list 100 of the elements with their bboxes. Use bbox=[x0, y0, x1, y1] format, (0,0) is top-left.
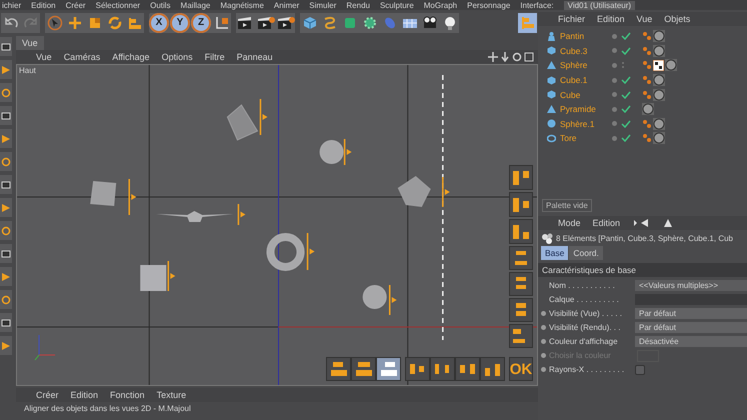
viewport[interactable]: Haut OK bbox=[16, 64, 538, 386]
object-name[interactable]: Cube.3 bbox=[560, 46, 608, 56]
align-button[interactable] bbox=[509, 165, 533, 190]
pivot-marker[interactable] bbox=[388, 285, 397, 315]
name-field[interactable]: <<Valeurs multiples>> bbox=[635, 280, 747, 291]
menu-item[interactable]: Edition bbox=[70, 390, 98, 400]
checkbox[interactable] bbox=[635, 364, 645, 374]
checkmark-icon[interactable] bbox=[621, 105, 631, 114]
menu-item[interactable]: Magnétisme bbox=[220, 0, 264, 10]
dots-tag-icon[interactable] bbox=[642, 90, 652, 100]
checkmark-icon[interactable] bbox=[621, 46, 631, 55]
checkmark-icon[interactable] bbox=[621, 32, 631, 40]
menu-item[interactable]: Sculpture bbox=[380, 0, 414, 10]
menu-item[interactable]: Outils bbox=[150, 0, 171, 10]
menu-item[interactable]: Objets bbox=[664, 14, 690, 24]
dropdown[interactable]: Désactivée bbox=[635, 336, 747, 347]
checkmark-icon[interactable] bbox=[621, 134, 631, 142]
align-button[interactable] bbox=[405, 357, 430, 381]
align-button[interactable] bbox=[376, 357, 401, 381]
align-button[interactable] bbox=[351, 357, 376, 381]
menu-item[interactable]: Fonction bbox=[110, 390, 145, 400]
ok-button[interactable]: OK bbox=[509, 357, 533, 381]
checkmark-icon[interactable] bbox=[621, 76, 631, 84]
interface-dropdown[interactable]: Vid01 (Utilisateur) bbox=[564, 0, 636, 10]
tool-button[interactable] bbox=[0, 106, 12, 125]
menu-item[interactable]: Edition bbox=[597, 14, 625, 24]
menu-item[interactable]: Texture bbox=[156, 390, 186, 400]
animation-dot-icon[interactable] bbox=[541, 367, 546, 372]
pivot-marker[interactable] bbox=[128, 179, 136, 215]
material-sphere-icon[interactable] bbox=[665, 59, 677, 72]
animation-dot-icon[interactable] bbox=[541, 339, 546, 344]
pivot-marker[interactable] bbox=[168, 261, 176, 291]
menu-item[interactable]: Edition bbox=[592, 218, 620, 228]
object-name[interactable]: Sphère.1 bbox=[560, 118, 608, 129]
menu-item[interactable]: MoGraph bbox=[424, 0, 458, 10]
align-button[interactable] bbox=[509, 324, 533, 348]
align-button[interactable] bbox=[509, 192, 533, 217]
axis-toggle-button[interactable]: X bbox=[149, 12, 169, 32]
menu-item[interactable]: Options bbox=[162, 52, 193, 62]
object-name[interactable]: Cube.1 bbox=[560, 75, 608, 86]
material-sphere-icon[interactable] bbox=[653, 44, 665, 57]
menu-item[interactable]: Vue bbox=[636, 14, 652, 24]
dots-tag-icon[interactable] bbox=[642, 133, 652, 144]
material-sphere-icon[interactable] bbox=[653, 88, 665, 101]
menu-item[interactable]: Personnage bbox=[467, 0, 510, 10]
menu-item[interactable]: Créer bbox=[66, 0, 86, 10]
checkmark-icon[interactable] bbox=[621, 90, 631, 99]
select-tool-button[interactable] bbox=[45, 12, 64, 32]
menu-item[interactable]: Mode bbox=[558, 218, 581, 228]
animation-dot-icon[interactable] bbox=[541, 311, 546, 316]
object-name[interactable]: Tore bbox=[560, 133, 608, 144]
navigation-arrows-icon[interactable] bbox=[632, 218, 672, 228]
align-button[interactable] bbox=[455, 357, 480, 381]
dots-tag-icon[interactable] bbox=[642, 60, 652, 70]
pivot-marker[interactable] bbox=[238, 204, 246, 225]
align-button[interactable] bbox=[480, 357, 505, 381]
menu-item[interactable]: Sélectionner bbox=[96, 0, 140, 10]
menu-item[interactable]: Créer bbox=[36, 390, 59, 400]
dropdown[interactable]: Par défaut bbox=[635, 322, 747, 333]
align-button[interactable] bbox=[509, 219, 533, 244]
menu-item[interactable]: Vue bbox=[36, 52, 52, 62]
pivot-marker[interactable] bbox=[306, 233, 315, 270]
pivot-marker[interactable] bbox=[344, 139, 352, 165]
object-name[interactable]: Sphère bbox=[560, 60, 608, 70]
view-tab[interactable]: Vue bbox=[16, 36, 44, 50]
material-sphere-icon[interactable] bbox=[642, 103, 654, 116]
align-button[interactable] bbox=[509, 298, 533, 322]
axis-toggle-button[interactable]: Y bbox=[170, 12, 190, 32]
menu-item[interactable]: ichier bbox=[2, 0, 22, 10]
tool-button[interactable] bbox=[0, 244, 12, 263]
align-button[interactable] bbox=[509, 272, 533, 296]
pivot-marker[interactable] bbox=[260, 99, 268, 135]
material-sphere-icon[interactable] bbox=[653, 30, 665, 42]
pivot-marker[interactable] bbox=[442, 177, 450, 207]
dots-tag-icon[interactable] bbox=[642, 46, 652, 56]
attribute-tab[interactable]: Coord. bbox=[569, 246, 603, 260]
undo-button[interactable] bbox=[1, 12, 20, 32]
menu-item[interactable]: Panneau bbox=[236, 52, 273, 62]
tool-button[interactable] bbox=[0, 313, 12, 332]
tool-button[interactable] bbox=[0, 37, 12, 56]
material-sphere-icon[interactable] bbox=[653, 132, 665, 144]
navigation-icon[interactable] bbox=[488, 52, 534, 62]
menu-item[interactable]: Simuler bbox=[309, 0, 336, 10]
object-name[interactable]: Pantin bbox=[560, 31, 608, 42]
align-button[interactable] bbox=[430, 357, 455, 381]
checkmark-icon[interactable] bbox=[621, 120, 631, 128]
align-button[interactable] bbox=[326, 357, 351, 381]
menu-item[interactable]: Affichage bbox=[112, 52, 150, 62]
checker-tag-icon[interactable] bbox=[653, 60, 664, 71]
dropdown[interactable]: Par défaut bbox=[635, 308, 747, 319]
material-sphere-icon[interactable] bbox=[653, 118, 665, 130]
menu-item[interactable]: Fichier bbox=[558, 14, 586, 24]
animation-dot-icon[interactable] bbox=[541, 325, 546, 330]
axis-toggle-button[interactable]: Z bbox=[191, 12, 211, 32]
tool-button[interactable] bbox=[0, 175, 12, 194]
material-sphere-icon[interactable] bbox=[653, 74, 665, 86]
layout-button[interactable] bbox=[518, 12, 537, 32]
palette-label[interactable]: Palette vide bbox=[542, 198, 592, 212]
cube-object-button[interactable] bbox=[300, 12, 319, 32]
dots-tag-icon[interactable] bbox=[642, 75, 652, 86]
